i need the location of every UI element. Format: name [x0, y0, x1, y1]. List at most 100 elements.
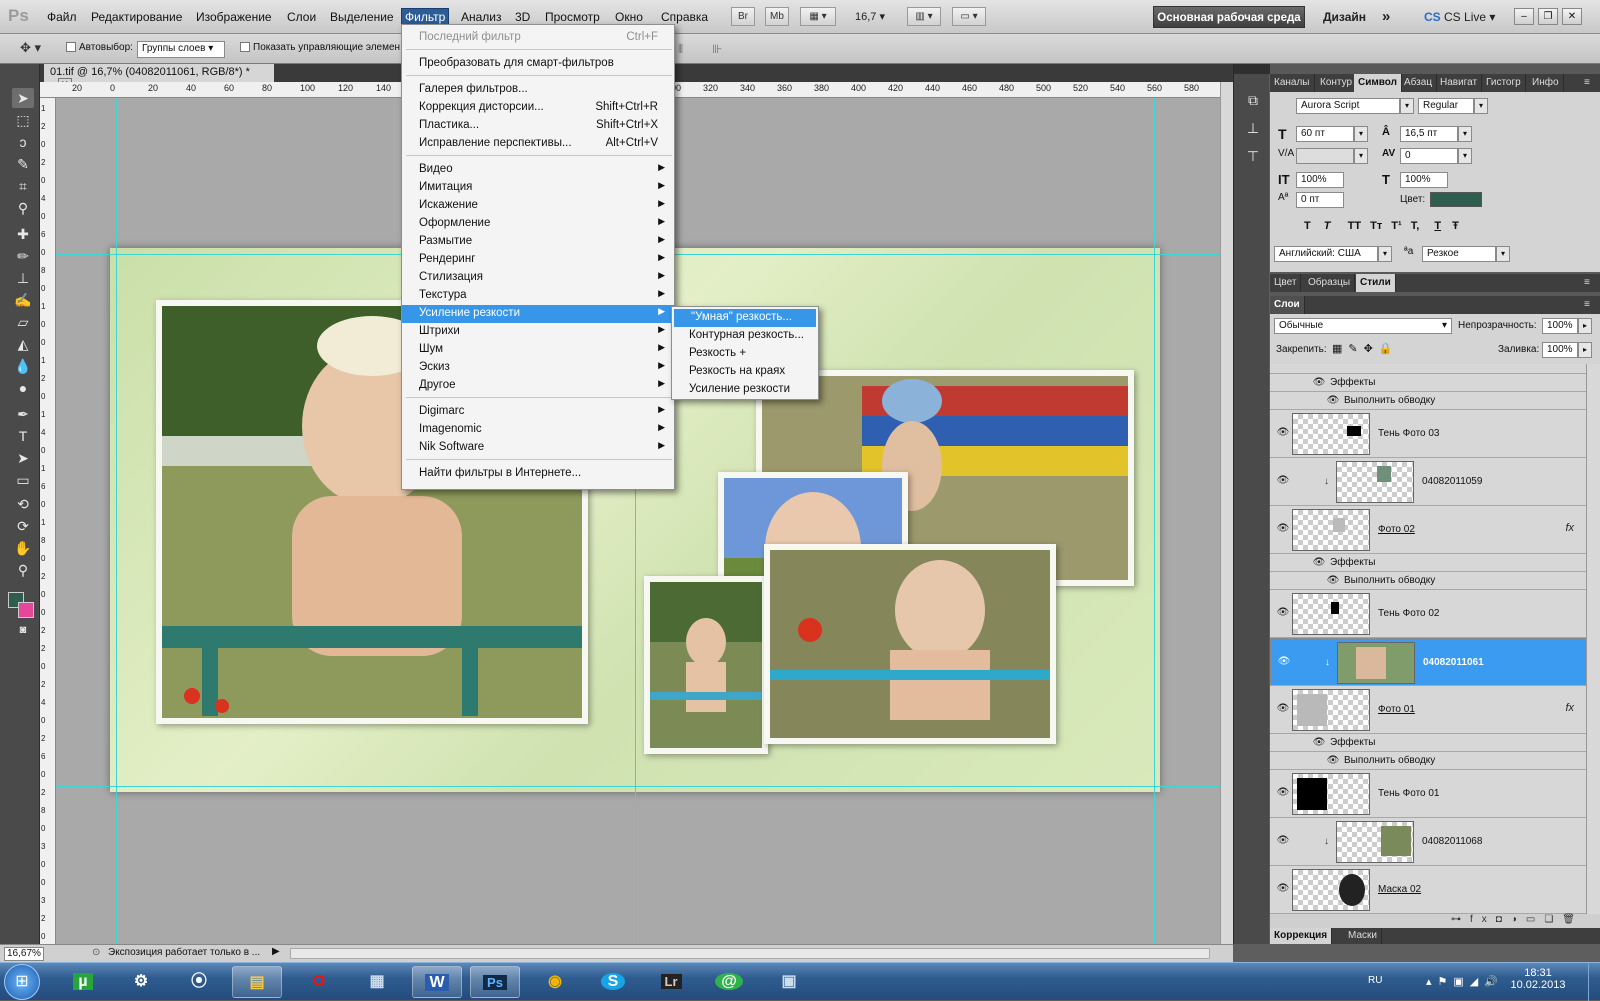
autoselect-dropdown[interactable]: Группы слоев ▾	[137, 41, 225, 58]
effects-row[interactable]: 👁 Эффекты	[1270, 734, 1586, 752]
menu-3d[interactable]: 3D	[512, 9, 533, 25]
close-button[interactable]: ✕	[1562, 8, 1582, 25]
layer-row[interactable]: 👁 ↓ 04082011059	[1270, 458, 1586, 506]
blend-mode-dropdown[interactable]: Обычные ▾	[1274, 318, 1452, 334]
layer-row-partial[interactable]	[1270, 364, 1586, 374]
tab-styles[interactable]: Стили	[1356, 274, 1396, 292]
tool-presets-panel-icon[interactable]: ⊤	[1242, 146, 1264, 166]
tray-clock[interactable]: 18:31 10.02.2013	[1508, 967, 1568, 991]
submenu-item-sharpen[interactable]: Усиление резкости	[672, 381, 818, 399]
layer-row[interactable]: 👁 Фото 02 fx	[1270, 506, 1586, 554]
subscript-icon[interactable]: T,	[1411, 220, 1420, 232]
eye-icon[interactable]: 👁	[1276, 607, 1290, 619]
layer-row[interactable]: 👁 Тень Фото 02	[1270, 590, 1586, 638]
skype-taskbar-icon[interactable]: S	[588, 966, 638, 998]
word-taskbar-icon[interactable]: W	[412, 966, 462, 998]
screen-mode-button[interactable]: ▭ ▾	[952, 7, 986, 26]
effects-row[interactable]: 👁 Эффекты	[1270, 374, 1586, 392]
marquee-tool-icon[interactable]: ⬚	[12, 110, 34, 130]
adjustments-panel-icon[interactable]: ⧉	[1242, 90, 1264, 110]
image-viewer-taskbar-icon[interactable]: ▣	[764, 966, 814, 998]
opacity-field[interactable]: 100%	[1542, 318, 1578, 334]
menu-window[interactable]: Окно	[612, 9, 646, 25]
show-controls-checkbox[interactable]: Показать управляющие элемен	[240, 42, 400, 53]
baseline-shift-field[interactable]: 0 пт	[1296, 192, 1344, 208]
menu-layers[interactable]: Слои	[284, 9, 319, 25]
tray-icons[interactable]: ▴⚑▣◢🔊	[1426, 975, 1504, 988]
eye-icon[interactable]: 👁	[1276, 787, 1290, 799]
clone-source-panel-icon[interactable]: ⊥	[1242, 118, 1264, 138]
text-color-swatch[interactable]	[1430, 192, 1482, 207]
zoom-level[interactable]: 16,7 ▾	[855, 10, 885, 23]
pen-tool-icon[interactable]: ✒	[12, 404, 34, 424]
panel-menu-icon[interactable]: ≡	[1580, 296, 1594, 314]
language-field[interactable]: Английский: США	[1274, 246, 1378, 262]
menu-item-brush-strokes[interactable]: Штрихи ▶	[402, 323, 674, 341]
font-size-field[interactable]: 60 пт	[1296, 126, 1354, 142]
menu-help[interactable]: Справка	[658, 9, 711, 25]
tab-info[interactable]: Инфо	[1528, 74, 1564, 92]
font-family-dropdown[interactable]: ▾	[1400, 98, 1414, 114]
antialias-field[interactable]: Резкое	[1422, 246, 1496, 262]
canvas-vertical-scrollbar[interactable]	[1220, 82, 1233, 944]
kerning-dropdown[interactable]: ▾	[1354, 148, 1368, 164]
menu-item-lens-correction[interactable]: Коррекция дисторсии... Shift+Ctrl+R	[402, 99, 674, 117]
adjustment-layer-icon[interactable]: ◑	[1511, 914, 1526, 925]
layer-row[interactable]: 👁 ↓ 04082011068	[1270, 818, 1586, 866]
guide-horizontal-bottom[interactable]	[56, 786, 1220, 787]
submenu-item-unsharp-mask[interactable]: Контурная резкость...	[672, 327, 818, 345]
small-caps-icon[interactable]: Tт	[1370, 220, 1382, 232]
quick-mask-icon[interactable]: ◙	[12, 620, 34, 640]
eyedropper-tool-icon[interactable]: ⚲	[12, 198, 34, 218]
arrange-docs-button[interactable]: ▥ ▾	[907, 7, 941, 26]
taskbar-app-icon[interactable]: ⚙	[116, 966, 166, 998]
fill-slider-button[interactable]: ▸	[1578, 342, 1592, 358]
quick-select-tool-icon[interactable]: ✎	[12, 154, 34, 174]
eye-icon[interactable]: 👁	[1276, 427, 1290, 439]
font-family-field[interactable]: Aurora Script	[1296, 98, 1400, 114]
eye-icon[interactable]: 👁	[1312, 557, 1326, 569]
menu-item-sketch[interactable]: Эскиз ▶	[402, 359, 674, 377]
autoselect-checkbox[interactable]: Автовыбор:	[66, 42, 133, 53]
tab-histogram[interactable]: Гистогр	[1482, 74, 1526, 92]
restore-button[interactable]: ❐	[1538, 8, 1558, 25]
guide-vertical-right[interactable]	[1154, 98, 1155, 944]
link-layers-icon[interactable]: ⊶	[1451, 914, 1470, 925]
font-style-field[interactable]: Regular	[1418, 98, 1474, 114]
menu-item-noise[interactable]: Шум ▶	[402, 341, 674, 359]
font-size-dropdown[interactable]: ▾	[1354, 126, 1368, 142]
eye-icon[interactable]: 👁	[1276, 475, 1290, 487]
delete-layer-icon[interactable]: 🗑	[1562, 914, 1584, 925]
faux-bold-icon[interactable]: T	[1304, 220, 1311, 232]
eye-icon[interactable]: 👁	[1277, 656, 1291, 668]
vertical-scale-field[interactable]: 100%	[1296, 172, 1344, 188]
strikethrough-icon[interactable]: Ŧ	[1452, 220, 1459, 232]
menu-item-digimarc[interactable]: Digimarc ▶	[402, 403, 674, 421]
menu-item-browse-filters-online[interactable]: Найти фильтры в Интернете...	[402, 465, 674, 483]
tracking-dropdown[interactable]: ▾	[1458, 148, 1472, 164]
stroke-effect-row[interactable]: 👁 Выполнить обводку	[1270, 572, 1586, 590]
layers-scrollbar[interactable]	[1586, 364, 1600, 914]
eye-icon[interactable]: 👁	[1276, 523, 1290, 535]
move-tool-icon[interactable]: ➤	[12, 88, 34, 108]
explorer-taskbar-icon[interactable]: ▤	[232, 966, 282, 998]
crop-tool-icon[interactable]: ⌗	[12, 176, 34, 196]
antialias-dropdown[interactable]: ▾	[1496, 246, 1510, 262]
language-dropdown[interactable]: ▾	[1378, 246, 1392, 262]
calculator-taskbar-icon[interactable]: ▦	[352, 966, 402, 998]
type-tool-icon[interactable]: T	[12, 426, 34, 446]
menu-item-convert-smart-filters[interactable]: Преобразовать для смарт-фильтров	[402, 55, 674, 73]
menu-item-texture[interactable]: Текстура ▶	[402, 287, 674, 305]
healing-brush-tool-icon[interactable]: ✚	[12, 224, 34, 244]
underline-icon[interactable]: T	[1434, 220, 1441, 232]
status-menu-arrow-icon[interactable]: ▶	[272, 946, 280, 957]
effects-row[interactable]: 👁 Эффекты	[1270, 554, 1586, 572]
dodge-tool-icon[interactable]: ●	[12, 378, 34, 398]
zoom-tool-icon[interactable]: ⚲	[12, 560, 34, 580]
all-caps-icon[interactable]: TT	[1348, 220, 1361, 232]
eye-icon[interactable]: 👁	[1326, 575, 1340, 587]
tab-character[interactable]: Символ	[1354, 74, 1402, 92]
menu-item-distort[interactable]: Искажение ▶	[402, 197, 674, 215]
tab-navigator[interactable]: Навигат	[1436, 74, 1483, 92]
eye-icon[interactable]: 👁	[1276, 835, 1290, 847]
